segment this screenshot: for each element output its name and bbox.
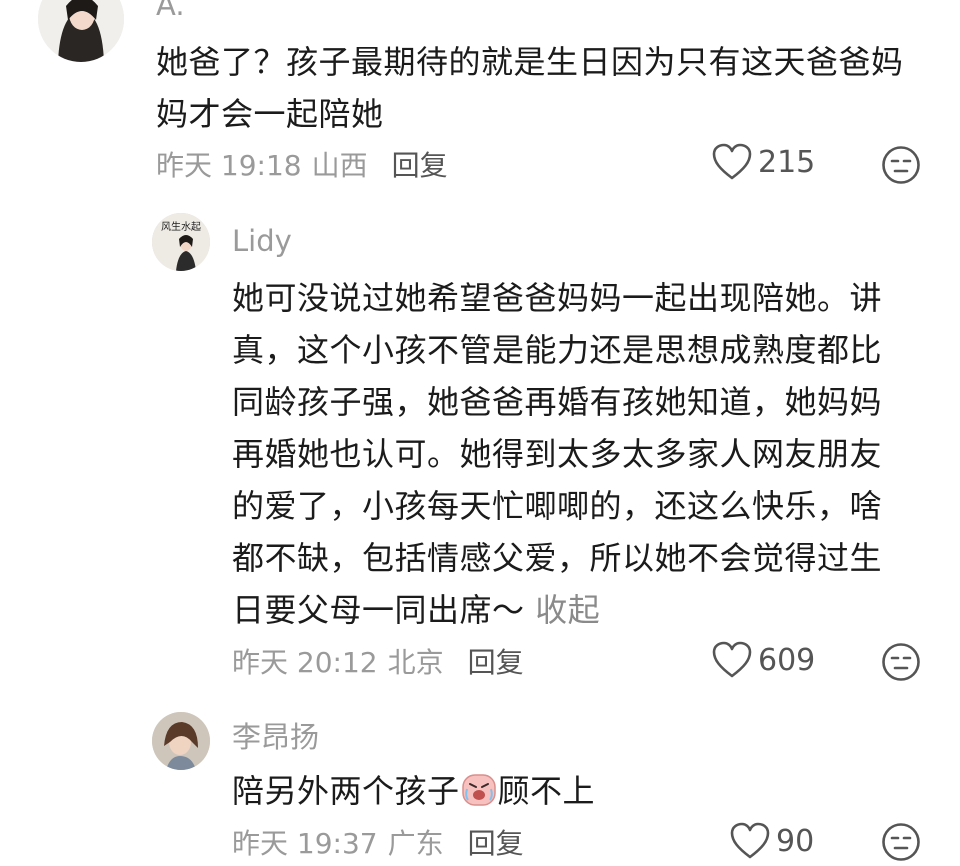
neutral-face-icon: [882, 643, 920, 681]
comment-time: 昨天 20:12: [232, 646, 378, 679]
crying-face-emoji-icon: [461, 774, 496, 806]
comment-text-line: 她爸了？孩子最期待的就是生日因为只有这天爸爸妈: [156, 43, 904, 81]
dislike-button[interactable]: [881, 145, 921, 185]
avatar[interactable]: [152, 712, 210, 770]
comment-text: 她爸了？孩子最期待的就是生日因为只有这天爸爸妈 妈才会一起陪她: [156, 36, 904, 140]
collapse-button[interactable]: 收起: [535, 591, 600, 629]
reply-button[interactable]: 回复: [392, 144, 448, 184]
comment-location: 北京: [387, 646, 444, 679]
avatar[interactable]: 风生水起: [152, 213, 210, 271]
reply-button[interactable]: 回复: [468, 641, 524, 681]
comment-text-line: 她可没说过她希望爸爸妈妈一起出现陪她。讲: [232, 279, 883, 317]
like-count: 215: [758, 144, 816, 180]
comment-location: 广东: [387, 827, 444, 860]
heart-outline-icon: [712, 143, 752, 180]
comment-username[interactable]: A.: [156, 0, 185, 22]
comment-text-line: 妈才会一起陪她: [156, 95, 384, 133]
comment-text-fragment: 陪另外两个孩子: [232, 772, 460, 810]
comment-text: 陪另外两个孩子 顾不上: [232, 765, 595, 817]
comment-text-line: 同龄孩子强，她爸爸再婚有孩她知道，她妈妈: [232, 383, 883, 421]
comment-text-line: 都不缺，包括情感父爱，所以她不会觉得过生: [232, 539, 883, 577]
like-count: 609: [758, 642, 816, 678]
comment-username[interactable]: Lidy: [232, 224, 292, 258]
reply-button[interactable]: 回复: [468, 822, 524, 862]
comment-text-line: 陪另外两个孩子 顾不上: [232, 765, 595, 817]
avatar[interactable]: [38, 0, 124, 62]
like-button[interactable]: 609: [712, 641, 815, 679]
avatar-image-icon: [38, 0, 124, 62]
comment-time: 昨天 19:18: [156, 149, 302, 182]
comment-text-line: 日要父母一同出席～ 收起: [232, 584, 882, 636]
neutral-face-icon: [882, 823, 920, 861]
comment-text-fragment: 日要父母一同出席～: [232, 591, 525, 629]
heart-outline-icon: [730, 822, 770, 859]
avatar-text: 风生水起: [161, 220, 201, 233]
like-button[interactable]: 215: [712, 143, 815, 181]
like-button[interactable]: 90: [730, 822, 814, 860]
comment-text: 她可没说过她希望爸爸妈妈一起出现陪她。讲 真，这个小孩不管是能力还是思想成熟度都…: [232, 272, 882, 636]
like-count: 90: [776, 823, 815, 859]
dislike-button[interactable]: [881, 822, 921, 862]
avatar-image-icon: 风生水起: [152, 213, 210, 271]
comment-meta: 昨天 19:18 山西 回复: [156, 144, 448, 184]
avatar-image-icon: [152, 712, 210, 770]
dislike-button[interactable]: [881, 642, 921, 682]
comment-text-fragment: 顾不上: [497, 772, 596, 810]
heart-outline-icon: [712, 641, 752, 678]
comment-text-line: 的爱了，小孩每天忙唧唧的，还这么快乐，啥: [232, 487, 883, 525]
comment-text-line: 真，这个小孩不管是能力还是思想成熟度都比: [232, 331, 883, 369]
comment-text-line: 再婚她也认可。她得到太多太多家人网友朋友: [232, 435, 883, 473]
comment-meta: 昨天 20:12 北京 回复: [232, 641, 524, 681]
neutral-face-icon: [882, 146, 920, 184]
comment-meta: 昨天 19:37 广东 回复: [232, 822, 524, 862]
comment-time: 昨天 19:37: [232, 827, 378, 860]
comment-username[interactable]: 李昂扬: [232, 720, 319, 754]
comment-location: 山西: [311, 149, 368, 182]
